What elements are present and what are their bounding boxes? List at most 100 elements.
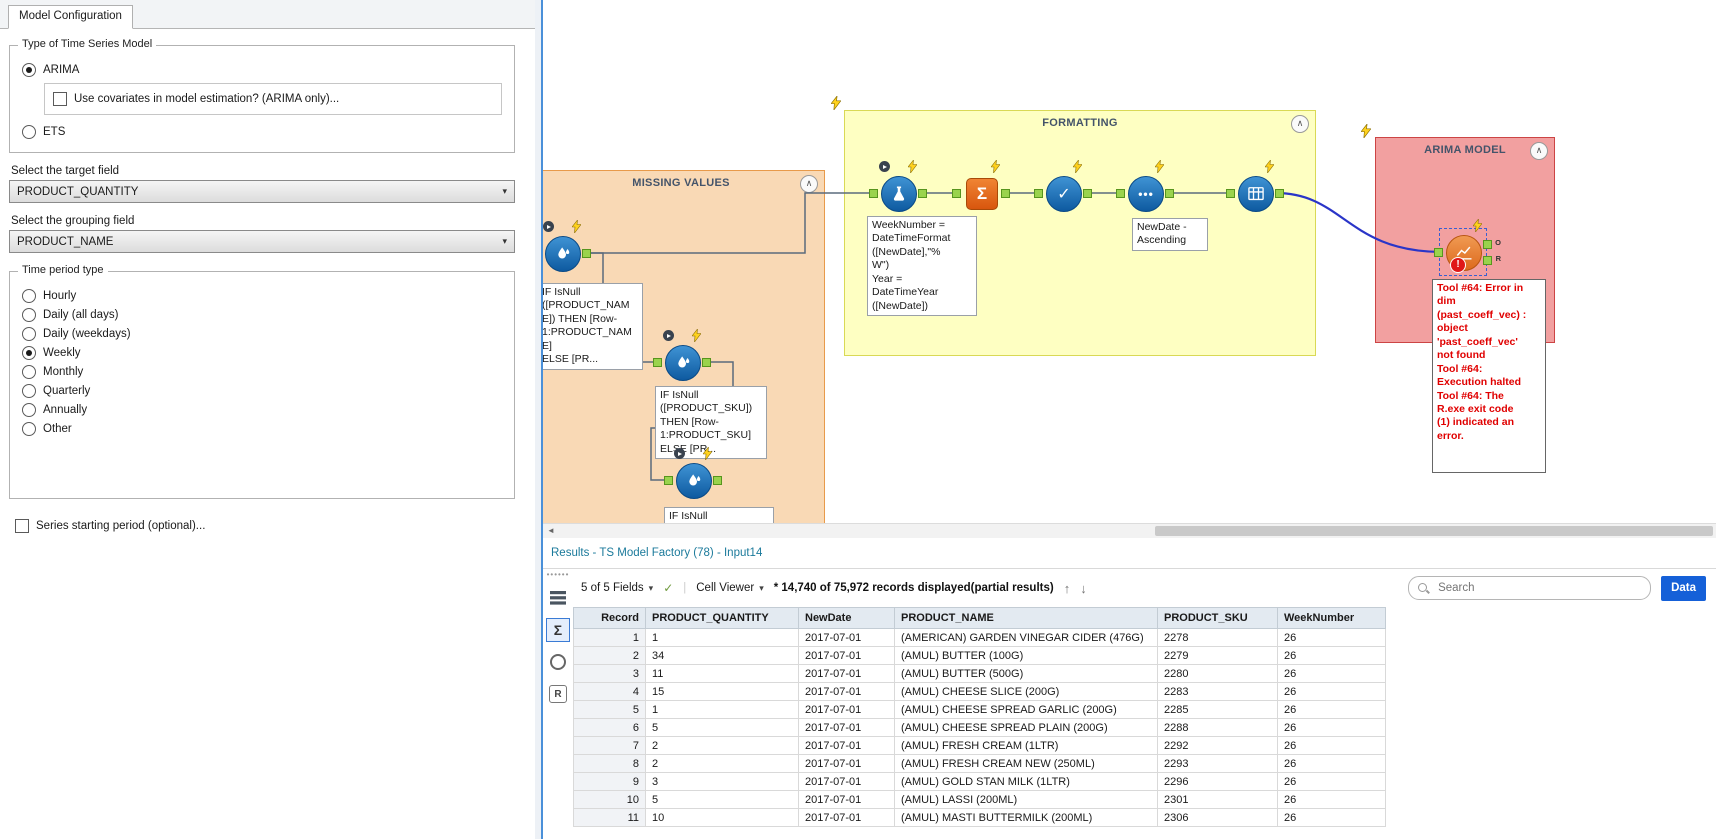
data-cell[interactable]: 5 (645, 790, 799, 809)
scroll-down-icon[interactable]: ↓ (1080, 581, 1087, 596)
record-number-cell[interactable]: 6 (573, 718, 646, 737)
data-cell[interactable]: (AMUL) BUTTER (100G) (894, 646, 1158, 665)
select-tool[interactable]: ✓ (1034, 158, 1092, 212)
record-number-cell[interactable]: 3 (573, 664, 646, 683)
data-cell[interactable]: 2017-07-01 (798, 736, 895, 755)
column-header-product_name[interactable]: PRODUCT_NAME (894, 607, 1158, 629)
output-anchor-r[interactable] (1483, 256, 1492, 265)
output-anchor[interactable] (1165, 189, 1174, 198)
data-cell[interactable]: 2017-07-01 (798, 664, 895, 683)
data-cell[interactable]: 26 (1277, 754, 1386, 773)
tab-model-configuration[interactable]: Model Configuration (8, 5, 133, 29)
data-cell[interactable]: 2280 (1157, 664, 1278, 683)
checkbox-icon[interactable] (53, 92, 67, 106)
data-cell[interactable]: 34 (645, 646, 799, 665)
data-cell[interactable]: 2278 (1157, 628, 1278, 647)
imputation-tool-3[interactable] (664, 445, 722, 499)
column-header-weeknumber[interactable]: WeekNumber (1277, 607, 1386, 629)
record-number-cell[interactable]: 5 (573, 700, 646, 719)
workflow-canvas[interactable]: MISSING VALUES ∧ FORMATTING ∧ ARIMA MODE… (543, 0, 1716, 523)
output-anchor[interactable] (918, 189, 927, 198)
data-cell[interactable]: (AMUL) CHEESE SLICE (200G) (894, 682, 1158, 701)
input-anchor[interactable] (1116, 189, 1125, 198)
search-input[interactable] (1436, 581, 1643, 595)
data-cell[interactable]: 2279 (1157, 646, 1278, 665)
annotation-impute-name[interactable]: IF IsNull ([PRODUCT_NAM E]) THEN [Row- 1… (543, 283, 643, 370)
radio-option-monthly[interactable]: Monthly (22, 365, 502, 379)
radio-icon[interactable] (22, 327, 36, 341)
data-cell[interactable]: 26 (1277, 646, 1386, 665)
radio-option-daily-weekdays[interactable]: Daily (weekdays) (22, 327, 502, 341)
scrollbar-thumb[interactable] (1155, 526, 1713, 536)
radio-icon[interactable] (22, 63, 36, 77)
scroll-up-icon[interactable]: ↑ (1064, 581, 1071, 596)
annotation-sort[interactable]: NewDate - Ascending (1132, 218, 1208, 251)
data-cell[interactable]: (AMUL) FRESH CREAM NEW (250ML) (894, 754, 1158, 773)
target-field-dropdown[interactable]: PRODUCT_QUANTITY ▾ (9, 180, 515, 203)
data-cell[interactable]: 11 (645, 664, 799, 683)
data-cell[interactable]: 26 (1277, 682, 1386, 701)
data-cell[interactable]: 26 (1277, 718, 1386, 737)
data-cell[interactable]: 1 (645, 628, 799, 647)
data-cell[interactable]: 2285 (1157, 700, 1278, 719)
data-cell[interactable]: (AMUL) FRESH CREAM (1LTR) (894, 736, 1158, 755)
data-cell[interactable]: 5 (645, 718, 799, 737)
radio-icon[interactable] (22, 365, 36, 379)
data-cell[interactable]: 26 (1277, 808, 1386, 827)
output-anchor[interactable] (582, 249, 591, 258)
data-button[interactable]: Data (1661, 575, 1706, 601)
record-number-cell[interactable]: 8 (573, 754, 646, 773)
data-cell[interactable]: (AMUL) CHEESE SPREAD PLAIN (200G) (894, 718, 1158, 737)
radio-icon[interactable] (22, 403, 36, 417)
output-anchor-o[interactable] (1483, 240, 1492, 249)
record-number-cell[interactable]: 7 (573, 736, 646, 755)
arima-macro-tool[interactable]: O R ! (1434, 217, 1501, 276)
data-cell[interactable]: 2292 (1157, 736, 1278, 755)
data-cell[interactable]: 2301 (1157, 790, 1278, 809)
radio-option-daily-all-days[interactable]: Daily (all days) (22, 308, 502, 322)
input-anchor[interactable] (952, 189, 961, 198)
radio-option-annually[interactable]: Annually (22, 403, 502, 417)
column-header-product_quantity[interactable]: PRODUCT_QUANTITY (645, 607, 799, 629)
data-cell[interactable]: 2288 (1157, 718, 1278, 737)
record-number-cell[interactable]: 10 (573, 790, 646, 809)
anchor-button-r[interactable]: R (546, 682, 570, 706)
data-cell[interactable]: (AMUL) CHEESE SPREAD GARLIC (200G) (894, 700, 1158, 719)
output-anchor[interactable] (1083, 189, 1092, 198)
data-cell[interactable]: 2017-07-01 (798, 808, 895, 827)
column-header-product_sku[interactable]: PRODUCT_SKU (1157, 607, 1278, 629)
search-box[interactable] (1408, 576, 1652, 600)
anchor-button-sigma[interactable]: Σ (546, 618, 570, 642)
radio-option-hourly[interactable]: Hourly (22, 289, 502, 303)
radio-icon[interactable] (22, 346, 36, 360)
radio-icon[interactable] (22, 422, 36, 436)
data-cell[interactable]: 26 (1277, 736, 1386, 755)
data-cell[interactable]: 26 (1277, 664, 1386, 683)
covariates-checkbox-row[interactable]: Use covariates in model estimation? (ARI… (53, 92, 493, 106)
grouping-field-dropdown[interactable]: PRODUCT_NAME ▾ (9, 230, 515, 253)
data-cell[interactable]: 2293 (1157, 754, 1278, 773)
summarize-tool[interactable]: Σ (952, 158, 1010, 210)
radio-icon[interactable] (22, 289, 36, 303)
imputation-tool-2[interactable] (653, 327, 711, 381)
data-cell[interactable]: 26 (1277, 772, 1386, 791)
input-anchor[interactable] (1226, 189, 1235, 198)
data-cell[interactable]: 26 (1277, 628, 1386, 647)
data-cell[interactable]: (AMUL) MASTI BUTTERMILK (200ML) (894, 808, 1158, 827)
data-cell[interactable]: 2 (645, 754, 799, 773)
data-cell[interactable]: (AMERICAN) GARDEN VINEGAR CIDER (476G) (894, 628, 1158, 647)
data-cell[interactable]: 2017-07-01 (798, 754, 895, 773)
input-anchor[interactable] (1434, 248, 1443, 257)
record-number-cell[interactable]: 4 (573, 682, 646, 701)
data-cell[interactable]: 2017-07-01 (798, 646, 895, 665)
radio-option-weekly[interactable]: Weekly (22, 346, 502, 360)
record-number-cell[interactable]: 1 (573, 628, 646, 647)
imputation-tool-1[interactable] (543, 218, 591, 272)
data-cell[interactable]: 10 (645, 808, 799, 827)
annotation-error-message[interactable]: Tool #64: Error in dim (past_coeff_vec) … (1432, 279, 1546, 473)
data-cell[interactable]: 26 (1277, 700, 1386, 719)
data-cell[interactable]: (AMUL) LASSI (200ML) (894, 790, 1158, 809)
data-cell[interactable]: 2017-07-01 (798, 700, 895, 719)
record-number-cell[interactable]: 11 (573, 808, 646, 827)
input-anchor[interactable] (653, 358, 662, 367)
